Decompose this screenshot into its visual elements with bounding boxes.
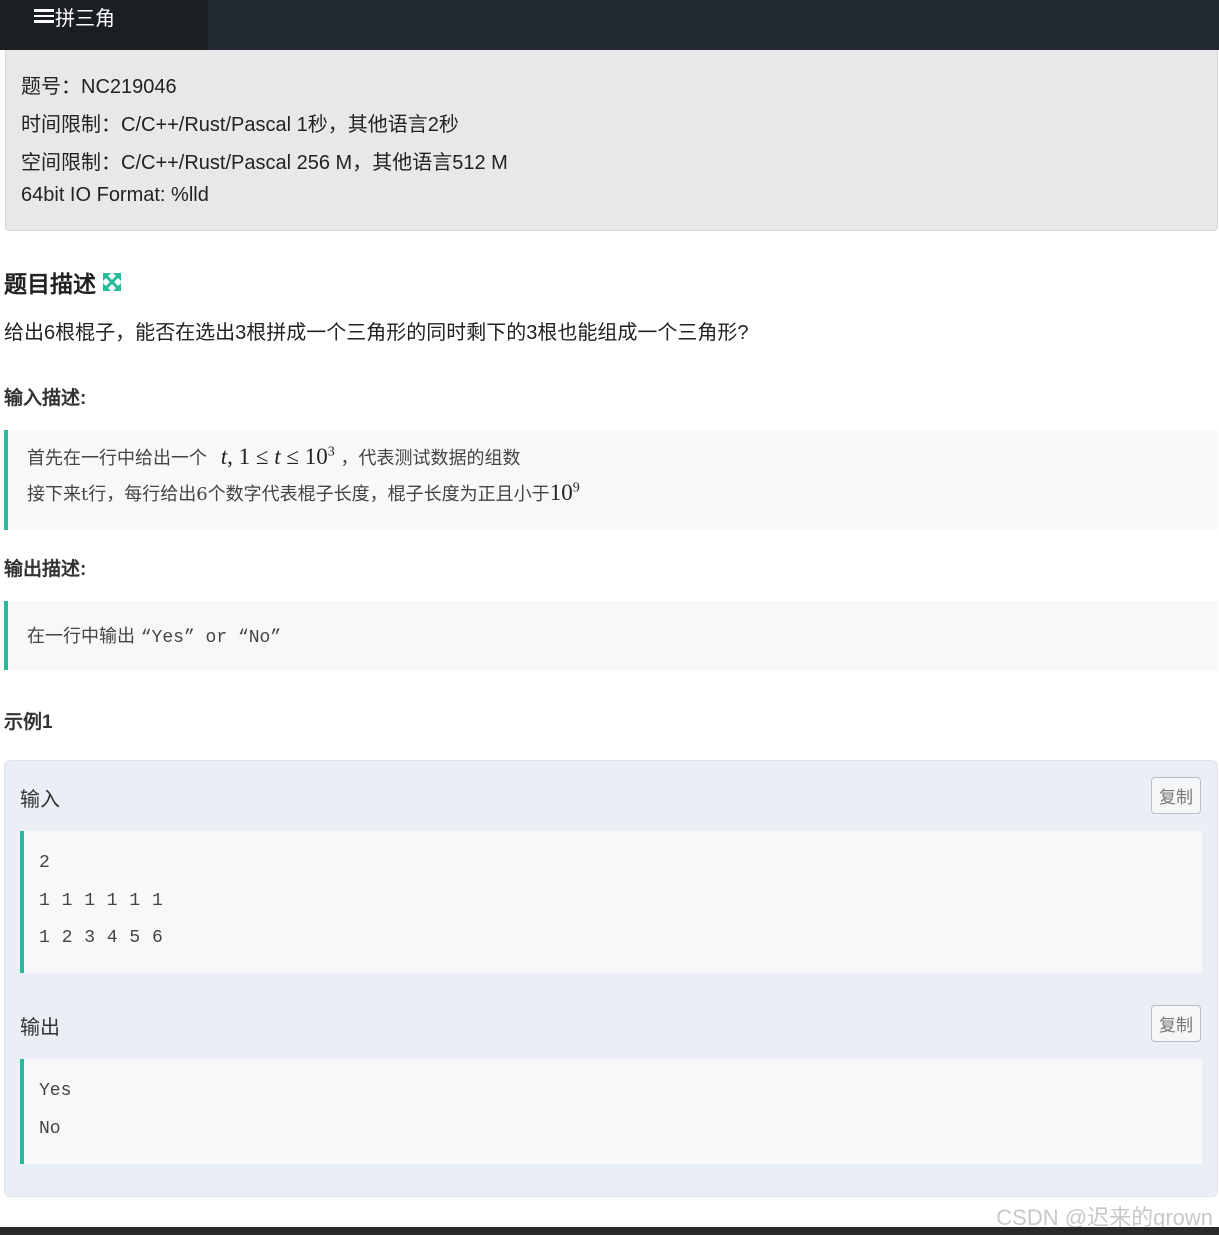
input-description-line-1: 首先在一行中给出一个 t, 1 ≤ t ≤ 103 ，代表测试数据的组数: [27, 444, 521, 469]
expand-icon[interactable]: [102, 272, 122, 292]
example-heading: 示例1: [4, 712, 53, 733]
time-limit: 时间限制：C/C++/Rust/Pascal 1秒，其他语言2秒: [21, 114, 459, 136]
problem-description-title: 题目描述: [4, 271, 96, 297]
example-input-label: 输入: [20, 789, 60, 811]
example-input-code[interactable]: 2 1 1 1 1 1 1 1 2 3 4 5 6: [20, 831, 1202, 973]
output-description-text: 在一行中输出 “Yes” or “No”: [27, 626, 282, 648]
problem-description: 给出6根棍子，能否在选出3根拼成一个三角形的同时剩下的3根也能组成一个三角形?: [4, 322, 749, 344]
code-line: 1 1 1 1 1 1: [39, 891, 163, 911]
problem-id: 题号：NC219046: [21, 76, 177, 98]
code-line: 1 2 3 4 5 6: [39, 928, 163, 948]
problem-meta-panel: 题号：NC219046 时间限制：C/C++/Rust/Pascal 1秒，其他…: [5, 50, 1218, 231]
input-description-block: 首先在一行中给出一个 t, 1 ≤ t ≤ 103 ，代表测试数据的组数 接下来…: [4, 430, 1218, 530]
problem-tab-title: 拼三角: [55, 7, 115, 30]
problem-description-heading: 题目描述: [4, 265, 122, 299]
example-output-label: 输出: [20, 1017, 60, 1039]
code-line: 2: [39, 853, 50, 873]
memory-limit: 空间限制：C/C++/Rust/Pascal 256 M，其他语言512 M: [21, 152, 508, 174]
io-format: 64bit IO Format: %lld: [21, 184, 209, 206]
top-bar: 拼三角: [0, 0, 1219, 50]
copy-output-button[interactable]: 复制: [1151, 1005, 1201, 1042]
output-description-heading: 输出描述:: [4, 559, 87, 580]
code-line: Yes: [39, 1081, 72, 1101]
input-description-heading: 输入描述:: [4, 388, 87, 409]
bottom-bar: [0, 1227, 1219, 1235]
example-output-code[interactable]: Yes No: [20, 1059, 1202, 1164]
code-line: No: [39, 1119, 61, 1139]
output-description-block: 在一行中输出 “Yes” or “No”: [4, 601, 1218, 670]
problem-tab[interactable]: 拼三角: [0, 0, 208, 50]
copy-input-button[interactable]: 复制: [1151, 777, 1201, 814]
input-description-line-2: 接下来t行，每行给出6个数字代表棍子长度，棍子长度为正且小于109: [27, 480, 580, 505]
example-panel: 输入 复制 2 1 1 1 1 1 1 1 2 3 4 5 6 输出 复制 Ye…: [4, 760, 1218, 1197]
list-icon: [34, 8, 54, 24]
